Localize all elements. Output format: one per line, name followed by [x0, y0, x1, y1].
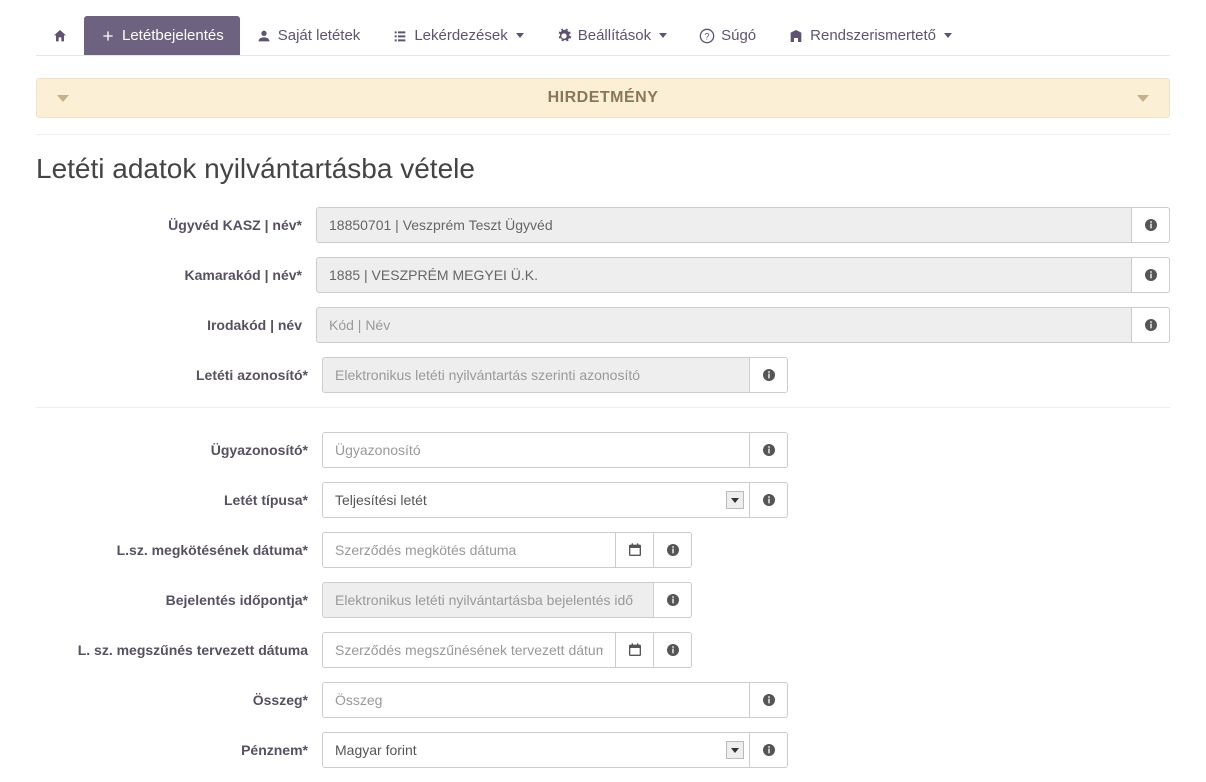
nav-label: Letétbejelentés: [122, 27, 224, 44]
kamarakod-input: [316, 257, 1132, 293]
info-icon: [665, 592, 681, 608]
info-icon: [1143, 267, 1159, 283]
nav-label: Rendszerismertető: [810, 27, 936, 44]
nav-sajat-letetek[interactable]: Saját letétek: [240, 16, 377, 55]
info-button[interactable]: [750, 482, 788, 518]
nav-label: Lekérdezések: [414, 27, 507, 44]
help-icon: ?: [699, 28, 715, 44]
label-letet-tipusa: Letét típusa*: [36, 492, 322, 508]
penznem-select[interactable]: Magyar forint: [322, 732, 750, 768]
label-kamarakod: Kamarakód | név*: [36, 267, 316, 283]
lsz-megkotes-input[interactable]: [322, 532, 616, 568]
info-icon: [1143, 317, 1159, 333]
svg-text:?: ?: [704, 31, 709, 41]
info-icon: [761, 492, 777, 508]
calendar-button[interactable]: [616, 532, 654, 568]
info-icon: [761, 442, 777, 458]
info-button[interactable]: [750, 732, 788, 768]
label-lsz-megkotes: L.sz. megkötésének dátuma*: [36, 542, 322, 558]
chevron-down-icon: [1137, 95, 1149, 102]
info-button[interactable]: [750, 357, 788, 393]
list-icon: [392, 28, 408, 44]
nav-beallitasok[interactable]: Beállítások: [540, 16, 683, 55]
calendar-button[interactable]: [616, 632, 654, 668]
info-icon: [1143, 217, 1159, 233]
leteti-azonosito-input: [322, 357, 750, 393]
info-button[interactable]: [654, 632, 692, 668]
nav-letetbejelentes[interactable]: Letétbejelentés: [84, 16, 240, 55]
letet-tipusa-select[interactable]: Teljesítési letét: [322, 482, 750, 518]
lsz-megszunes-input[interactable]: [322, 632, 616, 668]
gear-icon: [556, 28, 572, 44]
label-leteti-azonosito: Letéti azonosító*: [36, 367, 322, 383]
info-button[interactable]: [654, 582, 692, 618]
calendar-icon: [627, 542, 643, 558]
info-icon: [761, 367, 777, 383]
divider: [36, 134, 1170, 135]
info-icon: [761, 742, 777, 758]
caret-down-icon: [659, 33, 667, 38]
info-button[interactable]: [654, 532, 692, 568]
plus-icon: [100, 28, 116, 44]
info-icon: [761, 692, 777, 708]
label-lsz-megszunes: L. sz. megszűnés tervezett dátuma: [36, 642, 322, 658]
info-icon: [665, 642, 681, 658]
info-icon: [665, 542, 681, 558]
caret-down-icon: [516, 33, 524, 38]
notice-title: HIRDETMÉNY: [69, 89, 1137, 107]
info-button[interactable]: [750, 432, 788, 468]
nav-label: Súgó: [721, 27, 756, 44]
nav-label: Beállítások: [578, 27, 651, 44]
info-button[interactable]: [1132, 207, 1170, 243]
user-icon: [256, 28, 272, 44]
ugyved-kasz-input: [316, 207, 1132, 243]
caret-down-icon: [944, 33, 952, 38]
label-bejelentes-ido: Bejelentés időpontja*: [36, 592, 322, 608]
nav-home[interactable]: [36, 16, 84, 55]
chevron-down-icon: [57, 95, 69, 102]
info-button[interactable]: [1132, 307, 1170, 343]
label-irodakod: Irodakód | név: [36, 317, 316, 333]
irodakod-input: [316, 307, 1132, 343]
calendar-icon: [627, 642, 643, 658]
form: Ügyvéd KASZ | név* Kamarakód | név* Irod…: [36, 207, 1170, 768]
bejelentes-ido-input: [322, 582, 654, 618]
label-penznem: Pénznem*: [36, 742, 322, 758]
info-button[interactable]: [1132, 257, 1170, 293]
divider: [36, 407, 1170, 408]
main-nav: Letétbejelentés Saját letétek Lekérdezés…: [36, 0, 1170, 56]
label-ugyved-kasz: Ügyvéd KASZ | név*: [36, 217, 316, 233]
notice-bar[interactable]: HIRDETMÉNY: [36, 78, 1170, 118]
nav-lekerdesek[interactable]: Lekérdezések: [376, 16, 539, 55]
page-title: Letéti adatok nyilvántartásba vétele: [36, 153, 1170, 185]
building-icon: [788, 28, 804, 44]
nav-sugo[interactable]: ? Súgó: [683, 16, 772, 55]
nav-label: Saját letétek: [278, 27, 361, 44]
info-button[interactable]: [750, 682, 788, 718]
osszeg-input[interactable]: [322, 682, 750, 718]
nav-rendszerismerteto[interactable]: Rendszerismertető: [772, 16, 968, 55]
home-icon: [52, 28, 68, 44]
label-ugyazonosito: Ügyazonosító*: [36, 442, 322, 458]
label-osszeg: Összeg*: [36, 692, 322, 708]
ugyazonosito-input[interactable]: [322, 432, 750, 468]
